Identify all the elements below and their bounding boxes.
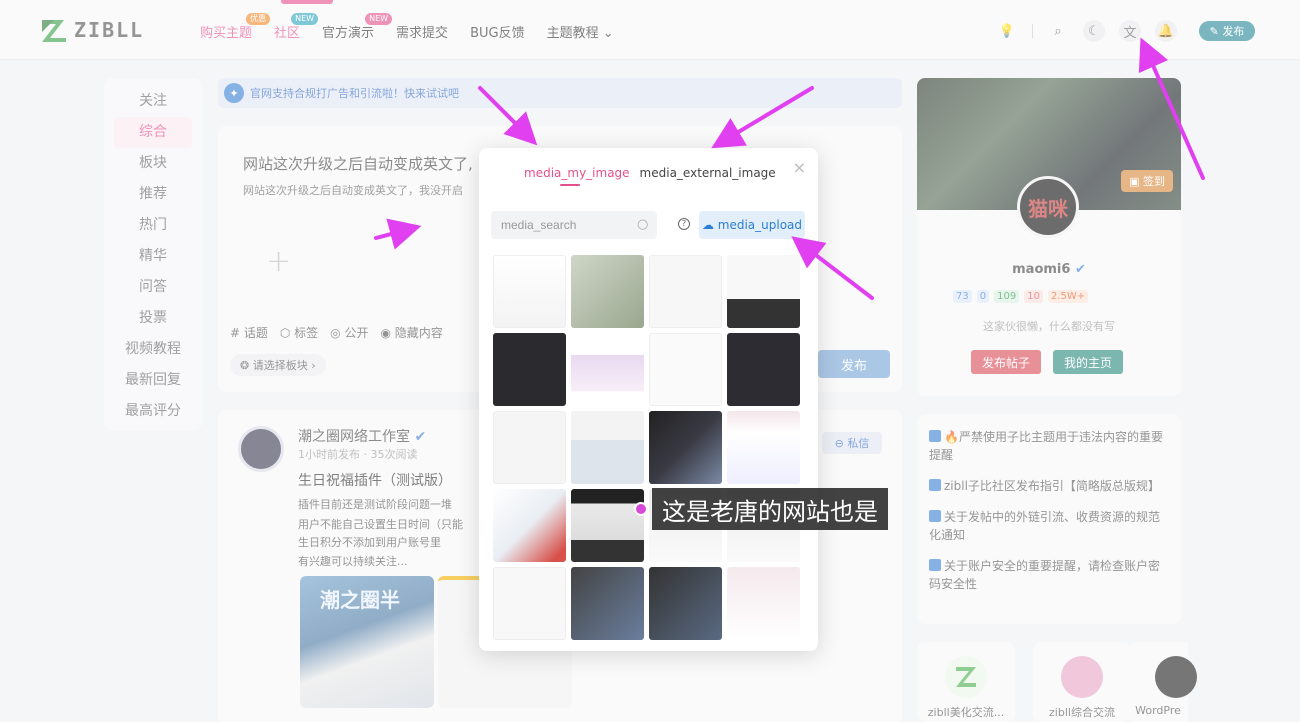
media-thumbnail[interactable] <box>649 333 722 406</box>
media-thumbnail[interactable] <box>727 411 800 484</box>
search-icon[interactable]: ○ <box>637 217 648 232</box>
tab-my-image[interactable]: media_my_image <box>524 166 630 186</box>
media-thumbnail[interactable] <box>727 567 800 640</box>
cloud-upload-icon: ☁ <box>701 218 718 232</box>
media-thumbnail[interactable] <box>493 567 566 640</box>
video-caption: 这是老唐的网站也是 <box>652 488 888 530</box>
media-thumbnail[interactable] <box>571 255 644 328</box>
media-thumbnail[interactable] <box>571 411 644 484</box>
media-thumbnail[interactable] <box>649 411 722 484</box>
media-thumbnail[interactable] <box>649 255 722 328</box>
media-thumbnail[interactable] <box>571 567 644 640</box>
media-thumbnail[interactable] <box>571 333 644 406</box>
upload-label: media_upload <box>717 218 803 232</box>
media-thumbnail[interactable] <box>571 489 644 562</box>
media-thumbnail[interactable] <box>649 567 722 640</box>
media-thumbnail[interactable] <box>727 255 800 328</box>
media-thumbnail[interactable] <box>493 333 566 406</box>
close-icon[interactable]: × <box>793 158 806 177</box>
media-thumbnail[interactable] <box>493 255 566 328</box>
media-search-input[interactable] <box>491 211 657 239</box>
tab-external-image[interactable]: media_external_image <box>640 166 776 180</box>
help-icon[interactable]: ? <box>678 218 690 230</box>
media-tabs: media_my_image media_external_image <box>524 166 786 186</box>
media-thumbnail[interactable] <box>493 411 566 484</box>
media-modal: media_my_image media_external_image × ○ … <box>479 148 818 651</box>
media-upload-button[interactable]: ☁ media_upload <box>699 211 805 239</box>
media-thumbnail[interactable] <box>727 333 800 406</box>
caption-dot-icon <box>634 502 648 516</box>
media-thumbnail[interactable] <box>493 489 566 562</box>
